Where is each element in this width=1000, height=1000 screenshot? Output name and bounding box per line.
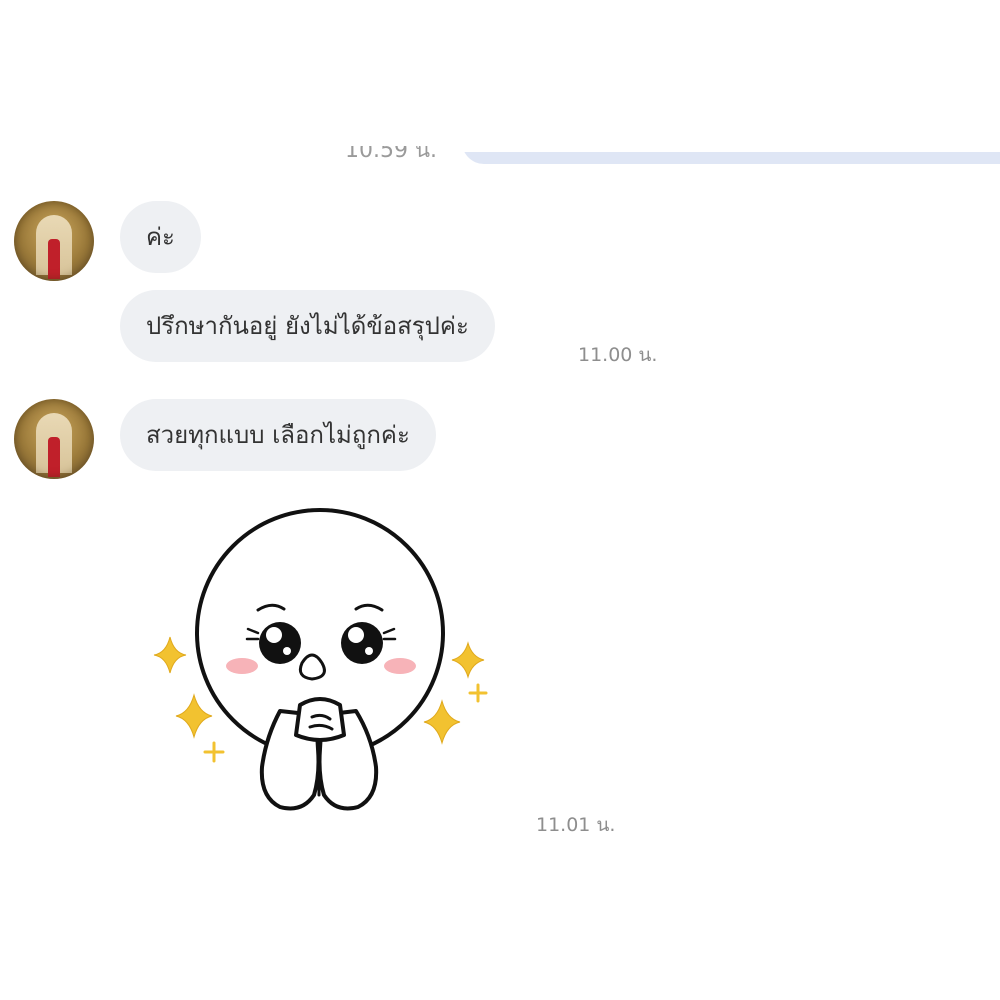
avatar[interactable] (14, 201, 94, 281)
message-text: ค่ะ (146, 223, 175, 251)
message-timestamp: 11.00 น. (578, 344, 658, 366)
incoming-message-bubble[interactable]: ค่ะ (120, 201, 201, 273)
message-timestamp: 10.59 น. (345, 146, 438, 160)
avatar[interactable] (14, 399, 94, 479)
message-text: ปรึกษากันอยู่ ยังไม่ได้ข้อสรุปค่ะ (146, 312, 469, 340)
chat-window: 10.59 น. ค่ะ ปรึกษากันอยู่ ยังไม่ได้ข้อส… (0, 0, 1000, 1000)
message-timestamp: 11.01 น. (536, 814, 616, 836)
sticker-pleading-face-icon (153, 508, 488, 811)
incoming-message-bubble[interactable]: สวยทุกแบบ เลือกไม่ถูกค่ะ (120, 399, 436, 471)
message-text: สวยทุกแบบ เลือกไม่ถูกค่ะ (146, 421, 410, 449)
incoming-message-bubble[interactable]: ปรึกษากันอยู่ ยังไม่ได้ข้อสรุปค่ะ (120, 290, 495, 362)
sticker-message[interactable] (150, 505, 500, 825)
chat-scroll-edge (300, 0, 1000, 152)
